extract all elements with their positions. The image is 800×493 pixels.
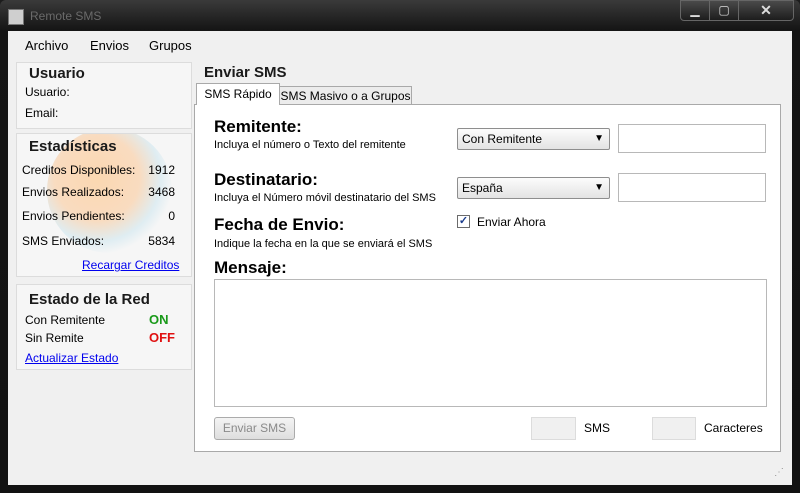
estadisticas-title: Estadísticas	[29, 138, 117, 155]
menu-archivo[interactable]: Archivo	[25, 38, 68, 53]
title-bar[interactable]: Remote SMS ▁ ▢ ✕	[0, 0, 800, 32]
usuario-title: Usuario	[29, 65, 85, 82]
remitente-title: Remitente:	[214, 117, 302, 136]
sms-count-box	[531, 417, 576, 440]
enviar-ahora-checkbox[interactable]: ✓	[457, 215, 470, 228]
mensaje-title: Mensaje:	[214, 258, 287, 277]
minimize-button[interactable]: ▁	[680, 0, 710, 21]
maximize-button[interactable]: ▢	[709, 0, 739, 21]
destinatario-input[interactable]	[618, 173, 766, 202]
tab-sms-masivo[interactable]: SMS Masivo o a Grupos	[279, 86, 412, 105]
estado-red-title: Estado de la Red	[29, 291, 150, 308]
window-title: Remote SMS	[30, 9, 102, 23]
pendientes-value: 0	[168, 209, 175, 223]
sin-remite-label: Sin Remite	[25, 331, 84, 345]
destinatario-select[interactable]: España ▼	[457, 177, 610, 199]
actualizar-estado-link[interactable]: Actualizar Estado	[25, 351, 118, 365]
mensaje-textarea[interactable]	[214, 279, 767, 407]
dropdown-arrow-icon: ▼	[594, 133, 604, 144]
usuario-panel: Usuario Usuario: Email:	[16, 62, 192, 129]
sms-count-label: SMS	[584, 421, 611, 435]
client-area: Archivo Envios Grupos Usuario Usuario: E…	[8, 31, 792, 485]
menu-grupos[interactable]: Grupos	[149, 38, 192, 53]
app-window: Remote SMS ▁ ▢ ✕ Archivo Envios Grupos U…	[0, 0, 800, 493]
estadisticas-panel: Estadísticas Creditos Disponibles: 1912 …	[16, 133, 192, 277]
usuario-label: Usuario:	[25, 85, 70, 99]
email-label: Email:	[25, 106, 59, 120]
realizados-label: Envios Realizados:	[22, 185, 125, 199]
recargar-creditos-link[interactable]: Recargar Creditos	[82, 258, 179, 272]
remitente-select-value: Con Remitente	[462, 132, 543, 146]
enviar-sms-button[interactable]: Enviar SMS	[214, 417, 295, 440]
sms-rapido-panel: Remitente: Incluya el número o Texto del…	[194, 104, 781, 452]
destinatario-select-value: España	[462, 181, 503, 195]
con-remitente-label: Con Remitente	[25, 313, 106, 327]
enviar-ahora-label: Enviar Ahora	[477, 215, 546, 229]
dropdown-arrow-icon: ▼	[594, 182, 604, 193]
menu-bar: Archivo Envios Grupos	[8, 31, 792, 57]
destinatario-title: Destinatario:	[214, 170, 318, 189]
remitente-desc: Incluya el número o Texto del remitente	[214, 139, 406, 151]
tab-sms-rapido[interactable]: SMS Rápido	[196, 83, 280, 105]
realizados-value: 3468	[148, 185, 175, 199]
enviados-label: SMS Enviados:	[22, 234, 105, 248]
fecha-title: Fecha de Envio:	[214, 215, 345, 234]
con-remitente-status: ON	[149, 312, 169, 327]
char-count-box	[652, 417, 696, 440]
pendientes-label: Envios Pendientes:	[22, 209, 125, 223]
resize-grip-icon[interactable]: ⋰	[774, 467, 788, 481]
menu-envios[interactable]: Envios	[90, 38, 129, 53]
fecha-desc: Indique la fecha en la que se enviará el…	[214, 238, 433, 250]
remitente-input[interactable]	[618, 124, 766, 153]
sin-remite-status: OFF	[149, 330, 175, 345]
char-count-label: Caracteres	[704, 421, 763, 435]
destinatario-desc: Incluya el Número móvil destinatario del…	[214, 192, 436, 204]
creditos-value: 1912	[148, 163, 175, 177]
enviar-sms-title: Enviar SMS	[204, 64, 287, 81]
remitente-select[interactable]: Con Remitente ▼	[457, 128, 610, 150]
enviados-value: 5834	[148, 234, 175, 248]
creditos-label: Creditos Disponibles:	[22, 163, 136, 177]
close-button[interactable]: ✕	[738, 0, 794, 21]
app-icon	[8, 9, 24, 25]
estado-red-panel: Estado de la Red Con Remitente ON Sin Re…	[16, 284, 192, 370]
